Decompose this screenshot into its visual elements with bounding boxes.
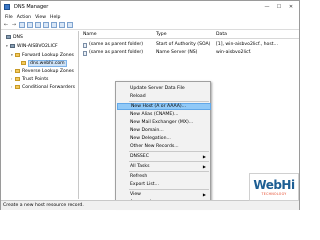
zone-icon (21, 61, 26, 65)
tree-item-label: Trust Points (22, 76, 49, 82)
menu-action[interactable]: Action (17, 15, 31, 20)
server-icon (10, 44, 15, 48)
menu-item-reload[interactable]: Reload (117, 93, 211, 100)
webhi-watermark-logo: WebHi TECHNOLOGY (249, 173, 299, 201)
tree-item-forward-lookup-zones[interactable]: ▾ Forward Lookup Zones (11, 52, 74, 58)
column-header-data[interactable]: Data (216, 32, 227, 37)
menu-item-other-new-records[interactable]: Other New Records... (117, 143, 211, 150)
menu-item-label: New Delegation... (130, 136, 171, 141)
menu-item-label: Update Server Data File (130, 86, 185, 91)
forward-arrow-icon[interactable]: → (11, 22, 17, 28)
menu-view[interactable]: View (35, 15, 46, 20)
chevron-right-icon: ▶ (202, 164, 206, 169)
menu-item-refresh[interactable]: Refresh (117, 173, 211, 180)
menu-separator (129, 101, 209, 102)
menu-separator (129, 151, 209, 152)
back-arrow-icon[interactable]: ← (3, 22, 9, 28)
table-row[interactable]: (same as parent folder) Start of Authori… (80, 42, 299, 49)
window-title: DNS Manager (14, 4, 49, 10)
menu-item-dnssec[interactable]: DNSSEC ▶ (117, 153, 211, 160)
window-controls: — ☐ ✕ (261, 2, 297, 11)
menu-item-all-tasks[interactable]: All Tasks ▶ (117, 163, 211, 170)
tree-item-label: dns.webhi.com (28, 59, 67, 67)
new-record-icon[interactable] (59, 22, 65, 28)
record-icon (83, 43, 87, 48)
list-header: Name Type Data (80, 31, 299, 39)
export-icon[interactable] (43, 22, 49, 28)
context-menu: Update Server Data File Reload New Host … (115, 81, 211, 207)
console-tree-icon[interactable] (19, 22, 25, 28)
folder-icon (15, 69, 20, 73)
record-name: (same as parent folder) (89, 42, 144, 47)
menu-item-label: Refresh (130, 174, 148, 179)
record-type: Start of Authority (SOA) (156, 42, 211, 47)
record-data: win-aisbvo2licf. (216, 50, 252, 55)
menu-item-new-delegation[interactable]: New Delegation... (117, 135, 211, 142)
menu-item-label: New Domain... (130, 128, 164, 133)
chevron-right-icon: ▶ (202, 192, 206, 197)
tree-item-label: WIN-AISBVO2LICF (17, 43, 58, 49)
menu-bar: File Action View Help (1, 13, 299, 21)
menu-file[interactable]: File (5, 15, 13, 20)
menu-item-new-domain[interactable]: New Domain... (117, 127, 211, 134)
menu-item-update-server-data-file[interactable]: Update Server Data File (117, 85, 211, 92)
tree-item-reverse-lookup-zones[interactable]: › Reverse Lookup Zones (11, 68, 74, 74)
status-text: Create a new host resource record. (3, 203, 84, 208)
close-button[interactable]: ✕ (285, 2, 297, 11)
minimize-button[interactable]: — (261, 2, 273, 11)
menu-item-label: New Host (A or AAAA)... (131, 104, 187, 109)
folder-icon (15, 85, 20, 89)
help-icon[interactable] (51, 22, 57, 28)
record-name: (same as parent folder) (89, 50, 144, 55)
menu-separator (129, 171, 209, 172)
menu-item-label: Export List... (130, 182, 159, 187)
menu-item-new-mail-exchanger[interactable]: New Mail Exchanger (MX)... (117, 119, 211, 126)
menu-help[interactable]: Help (50, 15, 60, 20)
menu-separator (129, 161, 209, 162)
menu-item-new-host[interactable]: New Host (A or AAAA)... (117, 103, 211, 110)
table-row[interactable]: (same as parent folder) Name Server (NS)… (80, 50, 299, 57)
maximize-button[interactable]: ☐ (273, 2, 285, 11)
menu-item-label: DNSSEC (130, 154, 149, 159)
column-header-type[interactable]: Type (156, 32, 167, 37)
menu-item-label: All Tasks (130, 164, 150, 169)
tree-item-label: Forward Lookup Zones (22, 52, 74, 58)
dns-manager-window: DNS Manager — ☐ ✕ File Action View Help … (0, 0, 300, 210)
toolbar: ← → (1, 21, 299, 30)
tree-item-label: Conditional Forwarders (22, 84, 76, 90)
zone-icon[interactable] (67, 22, 73, 28)
menu-item-label: New Alias (CNAME)... (130, 112, 179, 117)
menu-item-view[interactable]: View ▶ (117, 191, 211, 198)
dns-app-icon (4, 4, 10, 10)
refresh-icon[interactable] (35, 22, 41, 28)
status-bar: Create a new host resource record. (1, 200, 299, 210)
column-header-name[interactable]: Name (83, 32, 97, 37)
menu-item-new-alias[interactable]: New Alias (CNAME)... (117, 111, 211, 118)
tree-item-trust-points[interactable]: › Trust Points (11, 76, 48, 82)
tree-item-dns[interactable]: DNS (2, 34, 23, 40)
watermark-logo-text: WebHi (253, 178, 295, 192)
tree-item-label: DNS (13, 34, 23, 40)
record-icon (83, 51, 87, 56)
dns-icon (6, 35, 11, 39)
menu-item-label: New Mail Exchanger (MX)... (130, 120, 194, 125)
title-bar: DNS Manager — ☐ ✕ (1, 1, 299, 13)
menu-separator (129, 189, 209, 190)
tree-item-label: Reverse Lookup Zones (22, 68, 74, 74)
folder-icon (15, 77, 20, 81)
properties-icon[interactable] (27, 22, 33, 28)
menu-item-label: View (130, 192, 141, 197)
watermark-subtitle: TECHNOLOGY (261, 192, 287, 196)
record-data: [1], win-aisbvo2licf., host... (216, 42, 278, 47)
menu-item-label: Other New Records... (130, 144, 179, 149)
menu-item-label: Reload (130, 94, 146, 99)
tree-item-conditional-forwarders[interactable]: › Conditional Forwarders (11, 84, 75, 90)
menu-item-export-list[interactable]: Export List... (117, 181, 211, 188)
console-tree: DNS ▾ WIN-AISBVO2LICF ▾ Forward Lookup Z… (1, 31, 79, 199)
folder-icon (15, 53, 20, 57)
tree-item-zone-dns-webhi-com[interactable]: dns.webhi.com (17, 59, 67, 67)
tree-item-server[interactable]: ▾ WIN-AISBVO2LICF (6, 43, 58, 49)
record-type: Name Server (NS) (156, 50, 198, 55)
chevron-right-icon: ▶ (202, 154, 206, 159)
